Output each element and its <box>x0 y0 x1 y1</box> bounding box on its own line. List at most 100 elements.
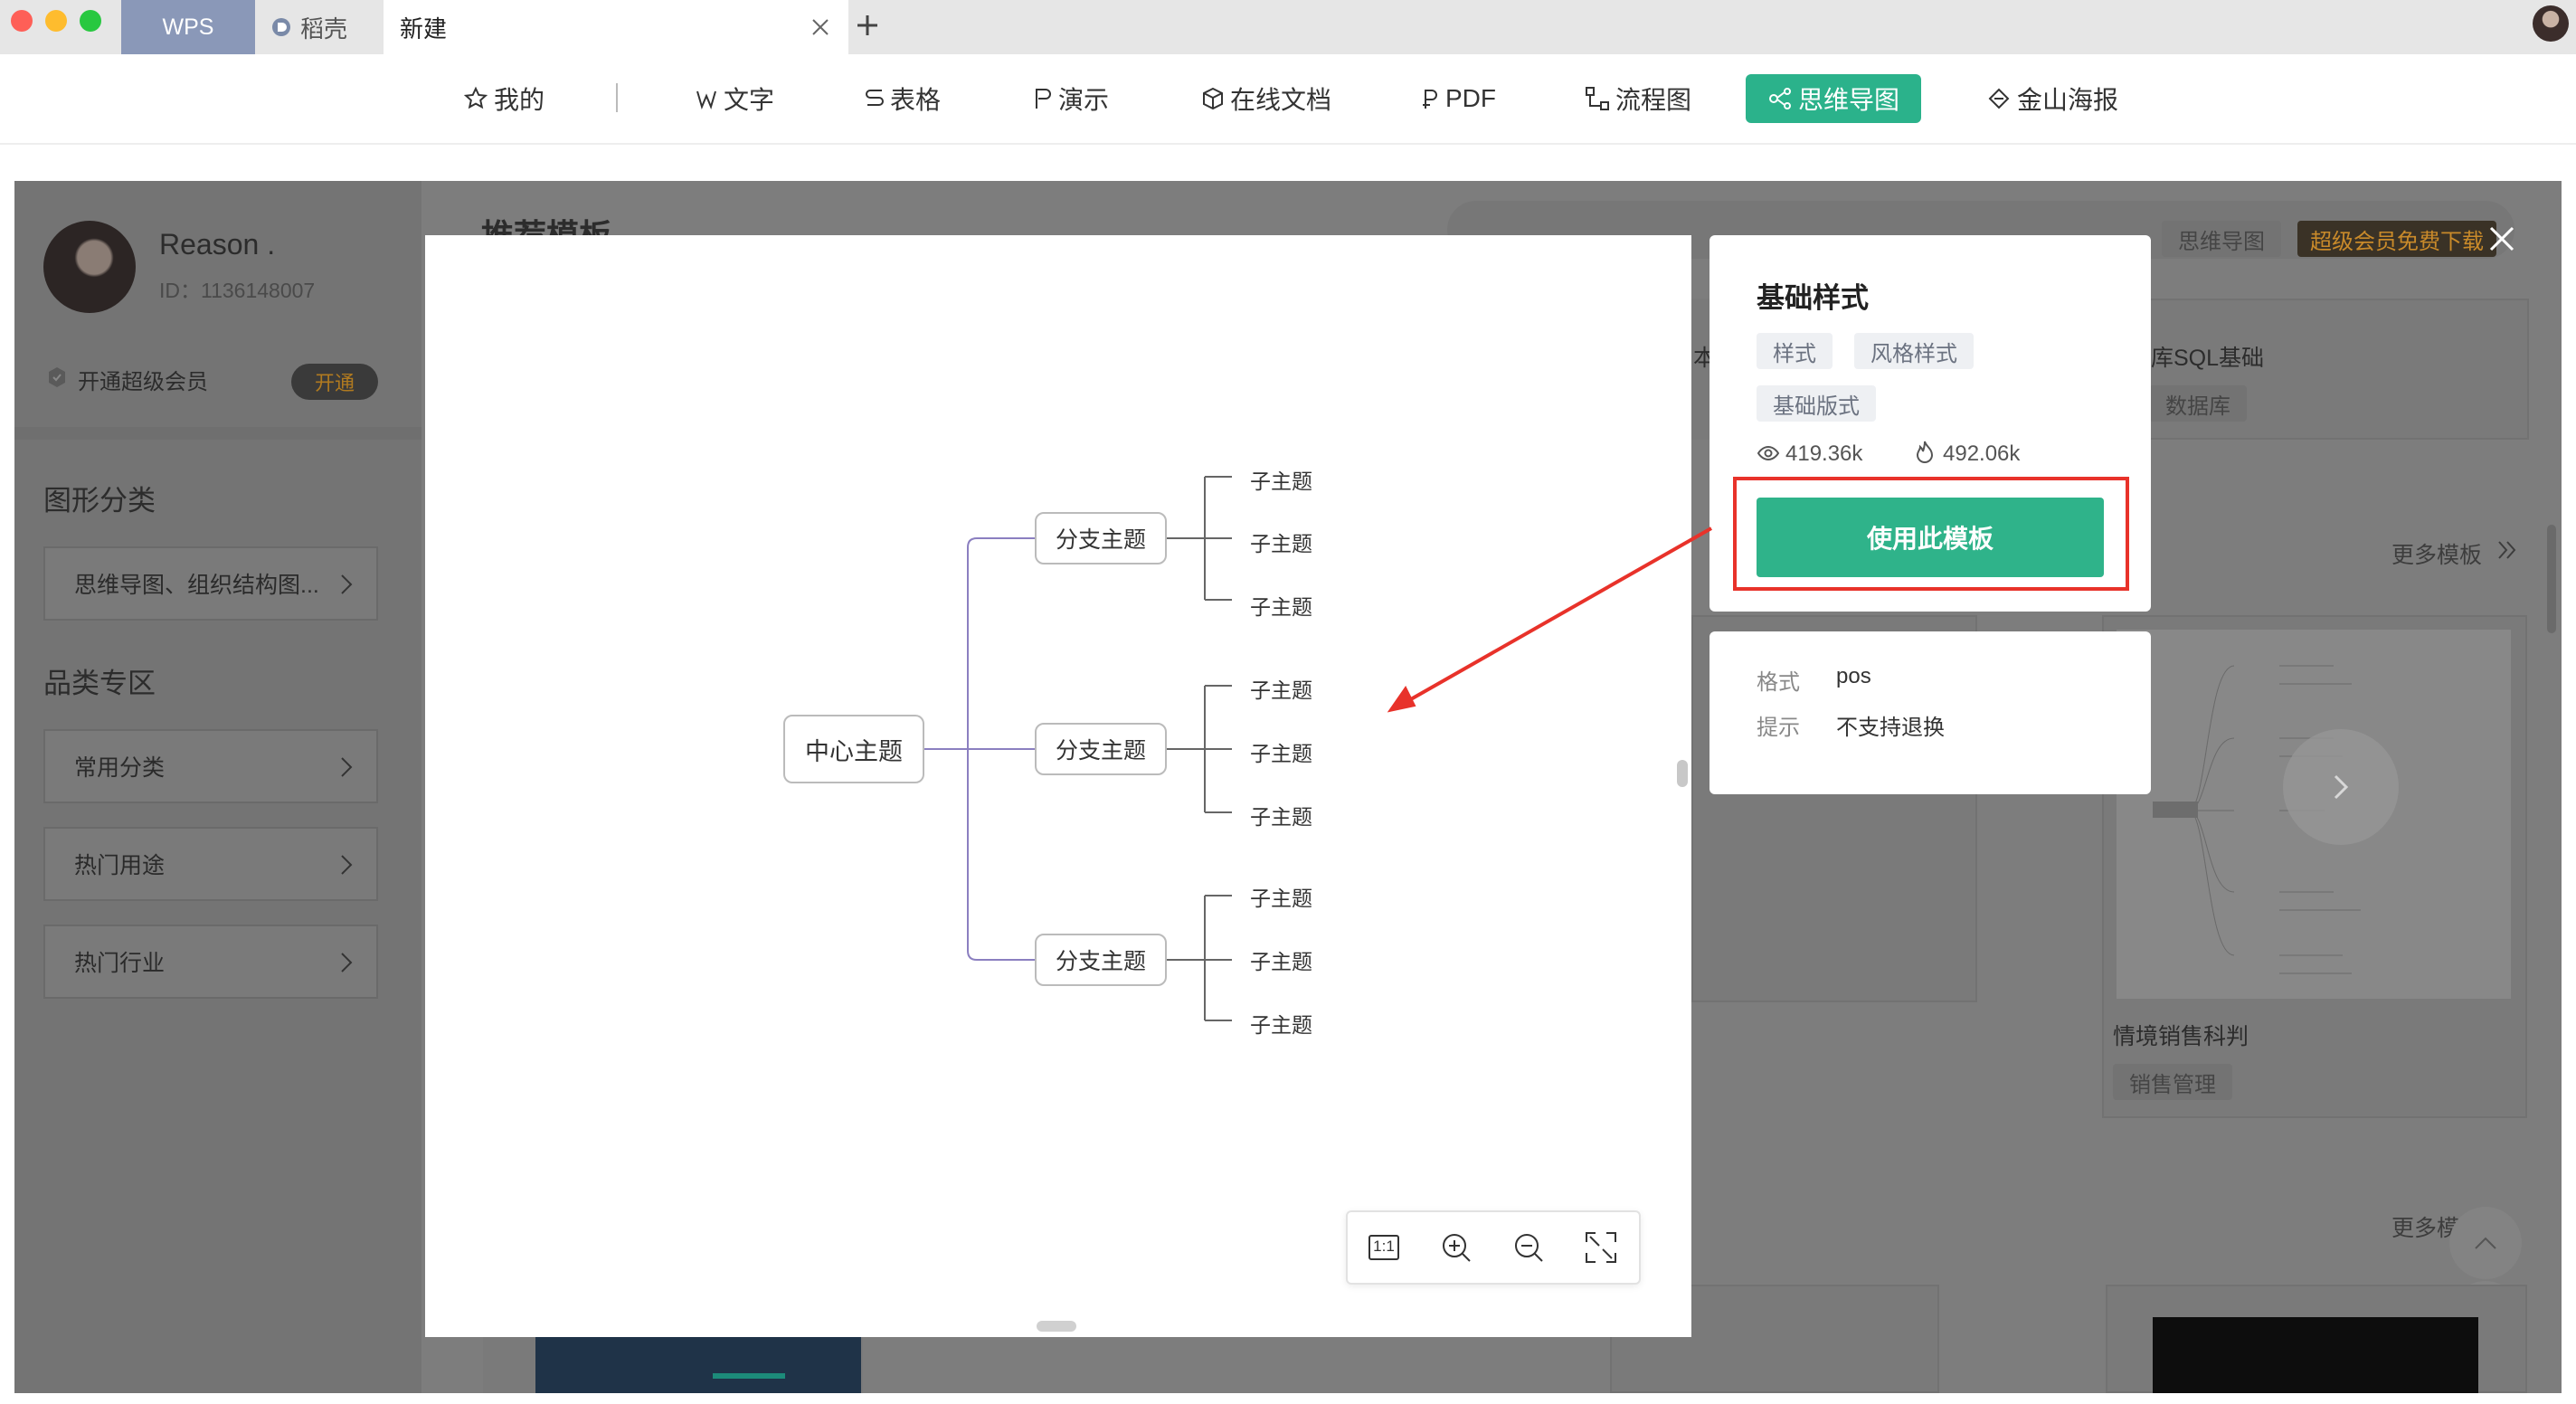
chevron-right-icon <box>2334 774 2349 800</box>
nav-item-mine[interactable]: 我的 <box>463 74 545 123</box>
zoom-out-icon[interactable] <box>1511 1229 1547 1266</box>
format-value: pos <box>1836 664 1871 688</box>
actual-size-button[interactable]: 1:1 <box>1366 1229 1402 1266</box>
pdf-icon <box>1423 90 1437 109</box>
mindmap-branch-node[interactable]: 分支主题 <box>1035 723 1167 775</box>
sidebar: Reason . ID：1136148007 开通超级会员 开通 图形分类 思维… <box>14 181 421 1393</box>
nav-item-online-doc[interactable]: 在线文档 <box>1201 74 1331 123</box>
sidebar-item-common[interactable]: 常用分类 <box>43 729 378 803</box>
eye-icon <box>1757 441 1780 465</box>
nav-label: 思维导图 <box>1798 86 1900 114</box>
vip-open-button[interactable]: 开通 <box>291 364 378 400</box>
nav-item-writer[interactable]: 文字 <box>695 74 774 123</box>
highlight-box <box>1733 477 2129 591</box>
mindmap-leaf-node[interactable]: 子主题 <box>1250 673 1312 704</box>
preview-horizontal-scrollbar-thumb[interactable] <box>1037 1321 1076 1332</box>
zoom-in-icon[interactable] <box>1438 1229 1474 1266</box>
nav-label: PDF <box>1445 84 1496 112</box>
graphic-category-button[interactable]: 思维导图、组织结构图... <box>43 546 378 621</box>
tip-label: 提示 <box>1757 716 1800 740</box>
mindmap-leaf-node[interactable]: 子主题 <box>1250 1008 1312 1039</box>
template-tag[interactable]: 样式 <box>1757 333 1833 369</box>
user-avatar-large[interactable] <box>43 221 136 313</box>
graphic-category-label: 思维导图、组织结构图... <box>74 573 319 598</box>
user-avatar[interactable] <box>2533 5 2569 42</box>
nav-item-slides[interactable]: 演示 <box>1033 74 1109 123</box>
search-tag[interactable]: 思维导图 <box>2162 221 2281 257</box>
tab-daoke[interactable]: 稻壳 <box>262 0 389 54</box>
minimize-window-button[interactable] <box>45 10 67 32</box>
chevron-right-icon <box>340 574 353 595</box>
mindmap-leaf-node[interactable]: 子主题 <box>1250 944 1312 975</box>
vip-text: 开通超级会员 <box>78 370 208 394</box>
template-tag[interactable]: 风格样式 <box>1854 333 1974 369</box>
nav-label: 演示 <box>1058 86 1110 114</box>
close-modal-icon[interactable] <box>2487 224 2516 253</box>
preview-scrollbar-thumb[interactable] <box>1677 760 1688 787</box>
mindmap-center-node[interactable]: 中心主题 <box>783 715 924 783</box>
chevron-right-icon <box>340 756 353 778</box>
mindmap-leaf-node[interactable]: 子主题 <box>1250 800 1312 830</box>
nav-item-pdf[interactable]: PDF <box>1420 74 1496 123</box>
section-category-title: 品类专区 <box>43 668 156 699</box>
w-icon <box>696 90 716 109</box>
sidebar-item-usage[interactable]: 热门用途 <box>43 827 378 901</box>
template-preview-canvas[interactable]: 中心主题 分支主题 分支主题 分支主题 子主题 子主题 子主题 子主题 子主题 … <box>425 235 1691 1337</box>
close-window-button[interactable] <box>11 10 33 32</box>
mindmap-leaf-node[interactable]: 子主题 <box>1250 736 1312 767</box>
node-label: 分支主题 <box>1055 949 1146 974</box>
scroll-top-button[interactable] <box>2449 1207 2522 1279</box>
node-label: 中心主题 <box>805 737 903 765</box>
nav-item-poster[interactable]: 金山海报 <box>1986 74 2118 123</box>
nav-label: 在线文档 <box>1230 86 1332 114</box>
tab-new[interactable]: 新建 <box>384 0 848 54</box>
fit-screen-icon[interactable] <box>1583 1229 1619 1266</box>
title-bar: WPS 稻壳 新建 <box>0 0 2576 54</box>
flow-icon <box>1586 87 1609 110</box>
top-nav: 我的 文字 表格 演示 在线文档 PDF 流程图 思维导图 金山海报 <box>0 54 2576 145</box>
node-label: 分支主题 <box>1055 527 1146 553</box>
tab-close-icon[interactable] <box>810 17 830 37</box>
template-detail-card: 格式 pos 提示 不支持退换 <box>1709 631 2151 794</box>
actual-size-label: 1:1 <box>1373 1238 1395 1255</box>
vip-icon <box>45 365 69 389</box>
template-tag[interactable]: 基础版式 <box>1757 385 1876 422</box>
chevron-right-icon <box>340 952 353 973</box>
tip-value: 不支持退换 <box>1836 716 1945 740</box>
tab-label: WPS <box>162 14 214 40</box>
template-card-title: 库SQL基础 <box>2151 346 2265 371</box>
nav-item-flowchart[interactable]: 流程图 <box>1585 74 1691 123</box>
mindmap-branch-node[interactable]: 分支主题 <box>1035 934 1167 986</box>
flame-icon <box>1914 440 1936 465</box>
double-chevron-right-icon <box>2496 539 2518 561</box>
mindmap-leaf-node[interactable]: 子主题 <box>1250 464 1312 495</box>
mindmap-leaf-node[interactable]: 子主题 <box>1250 526 1312 557</box>
nav-item-mindmap[interactable]: 思维导图 <box>1746 74 1922 123</box>
nav-label: 我的 <box>494 86 545 114</box>
p-icon <box>1036 89 1051 109</box>
nav-divider <box>616 83 618 112</box>
format-label: 格式 <box>1757 670 1800 695</box>
sidebar-item-label: 热门行业 <box>74 951 166 976</box>
sidebar-item-label: 常用分类 <box>74 755 166 781</box>
nav-label: 文字 <box>724 86 775 114</box>
nav-item-sheet[interactable]: 表格 <box>865 74 941 123</box>
poster-icon <box>1988 88 2010 109</box>
chevron-up-icon <box>2475 1237 2496 1249</box>
mindmap-leaf-node[interactable]: 子主题 <box>1250 881 1312 912</box>
maximize-window-button[interactable] <box>80 10 101 32</box>
tab-wps[interactable]: WPS <box>121 0 255 54</box>
super-vip-download-badge[interactable]: 超级会员免费下载 <box>2297 221 2496 257</box>
sidebar-item-industry[interactable]: 热门行业 <box>43 925 378 999</box>
scrollbar-thumb[interactable] <box>2547 525 2556 633</box>
nav-label: 表格 <box>890 86 942 114</box>
carousel-next-button[interactable] <box>2283 729 2399 845</box>
mindmap-leaf-node[interactable]: 子主题 <box>1250 590 1312 621</box>
new-tab-plus-icon[interactable] <box>855 13 880 38</box>
mindmap-branch-node[interactable]: 分支主题 <box>1035 512 1167 564</box>
more-templates-link[interactable]: 更多模板 <box>2391 537 2482 570</box>
template-card-tag: 数据库 <box>2149 385 2247 422</box>
view-count: 419.36k <box>1785 441 1863 466</box>
mindmap-icon <box>1769 88 1791 109</box>
username: Reason . <box>159 228 276 261</box>
